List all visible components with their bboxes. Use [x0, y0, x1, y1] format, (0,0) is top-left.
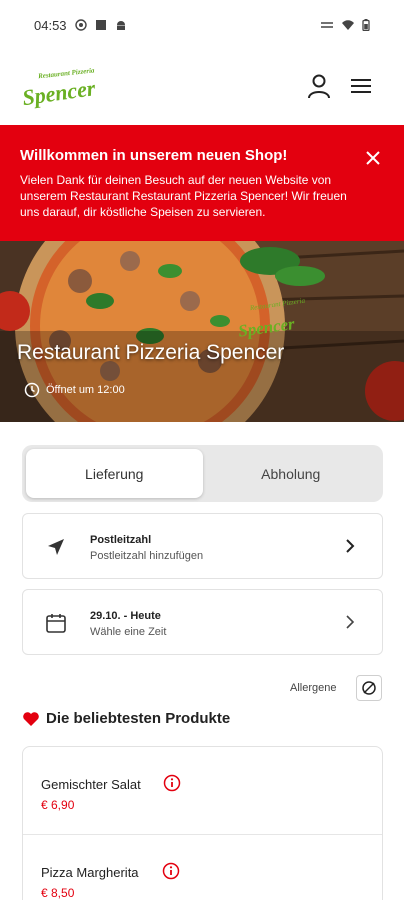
tab-pickup[interactable]: Abholung [203, 449, 380, 498]
location-arrow-icon [48, 539, 64, 555]
calendar-icon [46, 614, 66, 633]
info-icon[interactable] [163, 774, 181, 792]
info-icon[interactable] [162, 862, 180, 880]
welcome-banner: Willkommen in unserem neuen Shop! Vielen… [0, 125, 404, 241]
banner-text: Vielen Dank für deinen Besuch auf der ne… [20, 173, 347, 219]
user-icon[interactable] [305, 72, 333, 100]
banner-title: Willkommen in unserem neuen Shop! [20, 147, 288, 164]
popular-products-title: Die beliebtesten Produkte [46, 710, 231, 727]
product-item[interactable]: Gemischter Salat € 6,90 [23, 747, 382, 835]
product-price: € 6,90 [41, 798, 75, 812]
tab-delivery[interactable]: Lieferung [26, 449, 203, 498]
battery-icon [362, 19, 370, 31]
cast-icon [321, 22, 333, 28]
menu-icon[interactable] [348, 75, 374, 97]
status-bar: 04:53 [0, 0, 404, 50]
postcode-card[interactable]: Postleitzahl Postleitzahl hinzufügen [22, 513, 383, 579]
android-icon [116, 21, 125, 30]
popular-products-heading: Die beliebtesten Produkte [22, 710, 230, 727]
delivery-time-card[interactable]: 29.10. - Heute Wähle eine Zeit [22, 589, 383, 655]
postcode-title: Postleitzahl [90, 534, 152, 546]
delivery-time-subtitle: Wähle eine Zeit [90, 626, 167, 638]
product-price: € 8,50 [41, 886, 75, 900]
delivery-date: 29.10. - Heute [90, 610, 161, 622]
status-app-icon [74, 19, 87, 31]
chevron-right-icon [346, 615, 355, 629]
close-icon[interactable] [364, 149, 382, 167]
allergens-button[interactable] [356, 675, 382, 701]
product-item[interactable]: Pizza Margherita € 8,50 [23, 835, 382, 900]
chevron-right-icon [346, 539, 355, 553]
product-name: Pizza Margherita [41, 865, 139, 880]
allergens-label: Allergene [290, 682, 337, 694]
opening-hours: Öffnet um 12:00 [24, 382, 125, 398]
heart-icon [23, 711, 39, 726]
status-square-icon [95, 20, 106, 30]
order-mode-toggle: Lieferung Abholung [22, 445, 383, 502]
product-list: Gemischter Salat € 6,90 Pizza Margherita… [22, 746, 383, 900]
app-header: Restaurant Pizzeria Spencer [0, 50, 404, 125]
hero-image: Restaurant Pizzeria Spencer Restaurant P… [0, 241, 404, 422]
clock-icon [24, 382, 40, 398]
wifi-icon [342, 20, 354, 30]
status-time: 04:53 [34, 17, 67, 33]
restaurant-name: Restaurant Pizzeria Spencer [17, 341, 285, 364]
opening-hours-text: Öffnet um 12:00 [46, 384, 125, 396]
allergen-icon [362, 681, 376, 695]
svg-text:Spencer: Spencer [21, 75, 98, 110]
restaurant-logo[interactable]: Restaurant Pizzeria Spencer [20, 62, 100, 110]
product-name: Gemischter Salat [41, 777, 141, 792]
postcode-subtitle: Postleitzahl hinzufügen [90, 550, 204, 562]
